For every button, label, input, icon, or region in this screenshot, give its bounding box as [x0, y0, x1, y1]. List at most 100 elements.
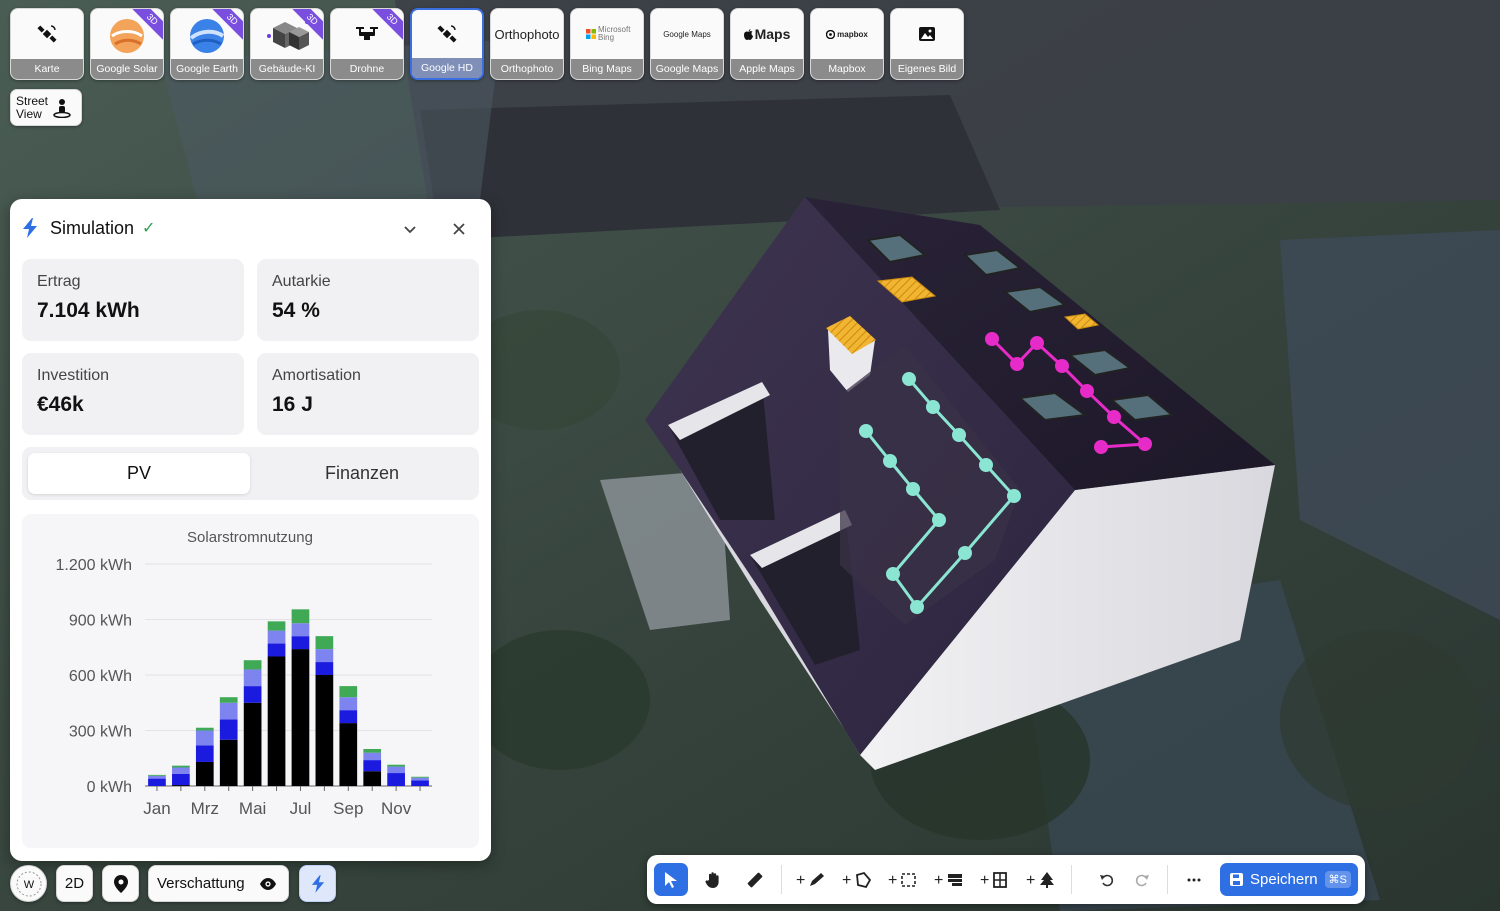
- compass-button[interactable]: W: [10, 865, 47, 902]
- map-source-google-solar[interactable]: Google Solar 3D: [90, 8, 164, 80]
- map-source-google-earth[interactable]: Google Earth 3D: [170, 8, 244, 80]
- add-panel-row-tool[interactable]: +: [930, 863, 968, 896]
- map-source-orthophoto[interactable]: Orthophoto Orthophoto: [490, 8, 564, 80]
- kpi-value: 54 %: [272, 299, 320, 322]
- bar-segment-series-3: [411, 776, 429, 778]
- kpi-value: €46k: [37, 393, 84, 416]
- map-source-label: Google Maps: [651, 59, 723, 79]
- bar-segment-series-1: [195, 745, 214, 762]
- bar-segment-series-3: [363, 749, 382, 753]
- add-rectangle-tool[interactable]: +: [884, 863, 922, 896]
- map-source-geb-ude-ki[interactable]: Gebäude-KI 3D: [250, 8, 324, 80]
- shading-toggle[interactable]: Verschattung: [148, 865, 289, 902]
- bar-segment-series-3: [267, 621, 286, 631]
- map-source-bar: Karte Google Solar 3D Google Earth 3D Gebäude…: [10, 8, 964, 80]
- redo-button[interactable]: [1125, 863, 1159, 896]
- map-source-thumbnail: mapbox: [811, 9, 883, 59]
- add-rectangle-icon: +: [888, 872, 916, 889]
- add-polygon-tool[interactable]: +: [838, 863, 876, 896]
- bar-segment-series-2: [243, 669, 262, 687]
- ruler-icon: [747, 872, 763, 887]
- map-source-google-maps[interactable]: Google Maps Google Maps: [650, 8, 724, 80]
- view-2d-button[interactable]: 2D: [56, 865, 93, 902]
- bar-segment-series-3: [291, 609, 310, 624]
- add-tree-icon: +: [1026, 871, 1054, 889]
- toolbar-separator: [1071, 865, 1072, 894]
- x-tick-label: Jul: [290, 799, 312, 818]
- map-source-thumbnail: Microsoft Bing: [571, 9, 643, 59]
- add-pen-icon: +: [796, 872, 824, 889]
- bar-segment-series-2: [411, 777, 429, 781]
- map-source-google-hd[interactable]: Google HD: [410, 8, 484, 80]
- tree: [470, 630, 650, 770]
- map-source-logo-text: Google Maps: [663, 29, 711, 39]
- map-source-eigenes-bild[interactable]: Eigenes Bild: [890, 8, 964, 80]
- simulation-button[interactable]: [299, 865, 336, 902]
- map-source-thumbnail: [412, 10, 482, 58]
- street-view-button[interactable]: Street View: [10, 89, 82, 126]
- bar-segment-series-3: [387, 764, 405, 767]
- save-button[interactable]: Speichern ⌘S: [1220, 863, 1358, 896]
- bar-segment-series-2: [148, 775, 166, 779]
- more-button[interactable]: [1177, 863, 1211, 896]
- collapse-button[interactable]: [398, 217, 422, 241]
- bar-segment-series-2: [315, 649, 334, 663]
- kpi-investition: Investition €46k: [22, 353, 244, 435]
- shading-label: Verschattung: [157, 875, 245, 892]
- add-pen-tool[interactable]: +: [792, 863, 830, 896]
- map-source-thumbnail: Orthophoto: [491, 9, 563, 59]
- add-window-icon: +: [980, 872, 1007, 889]
- bar-segment-series-1: [291, 636, 310, 650]
- chart-title: Solarstromnutzung: [187, 529, 313, 546]
- pan-tool[interactable]: [696, 863, 730, 896]
- close-button[interactable]: [447, 217, 471, 241]
- map-source-bing-maps[interactable]: Microsoft Bing Bing Maps: [570, 8, 644, 80]
- bar-segment-series-3: [172, 765, 190, 768]
- svg-text:+: +: [934, 872, 943, 889]
- close-icon: [453, 223, 465, 235]
- svg-text:+: +: [888, 872, 897, 889]
- drone-icon: [355, 25, 379, 43]
- bar-segment-series-0: [195, 761, 214, 786]
- bar-segment-series-2: [291, 623, 310, 637]
- kpi-ertrag: Ertrag 7.104 kWh: [22, 259, 244, 341]
- map-source-label: Karte: [11, 59, 83, 79]
- add-window-tool[interactable]: +: [976, 863, 1014, 896]
- select-tool[interactable]: [654, 863, 688, 896]
- map-source-apple-maps[interactable]: Maps Apple Maps: [730, 8, 804, 80]
- map-source-karte[interactable]: Karte: [10, 8, 84, 80]
- location-button[interactable]: [102, 865, 139, 902]
- add-tree-tool[interactable]: +: [1022, 863, 1060, 896]
- map-source-thumbnail: Maps: [731, 9, 803, 59]
- map-source-logo-text: Maps: [754, 26, 791, 42]
- bar-segment-series-3: [315, 636, 334, 650]
- undo-button[interactable]: [1090, 863, 1124, 896]
- bar-segment-series-1: [363, 760, 382, 772]
- chevron-down-icon: [404, 226, 416, 234]
- satellite-icon: [36, 23, 58, 45]
- map-source-logo-text: Microsoft Bing: [598, 25, 631, 42]
- kpi-value: 7.104 kWh: [37, 299, 140, 322]
- tab-finanzen[interactable]: Finanzen: [251, 453, 473, 494]
- apple-icon: [743, 28, 753, 40]
- map-source-drohne[interactable]: Drohne 3D: [330, 8, 404, 80]
- map-source-label: Eigenes Bild: [891, 59, 963, 79]
- bar-segment-series-3: [339, 686, 358, 698]
- bar-segment-series-2: [363, 752, 382, 761]
- x-tick-label: Mrz: [191, 799, 219, 818]
- bar-segment-series-3: [219, 697, 238, 703]
- measure-tool[interactable]: [738, 863, 772, 896]
- select-cursor-icon: [665, 871, 677, 888]
- bar-segment-series-0: [267, 656, 286, 786]
- bar-segment-series-0: [172, 785, 190, 786]
- edit-toolbar: + + + + + + Speichern ⌘S: [647, 855, 1365, 904]
- tree: [1280, 630, 1480, 810]
- svg-text:+: +: [796, 872, 805, 889]
- undo-icon: [1100, 874, 1114, 886]
- map-source-mapbox[interactable]: mapbox Mapbox: [810, 8, 884, 80]
- toolbar-separator: [781, 865, 782, 894]
- google-solar-icon: [107, 14, 147, 54]
- tab-pv[interactable]: PV: [28, 453, 250, 494]
- more-icon: [1187, 878, 1201, 881]
- map-source-label: Bing Maps: [571, 59, 643, 79]
